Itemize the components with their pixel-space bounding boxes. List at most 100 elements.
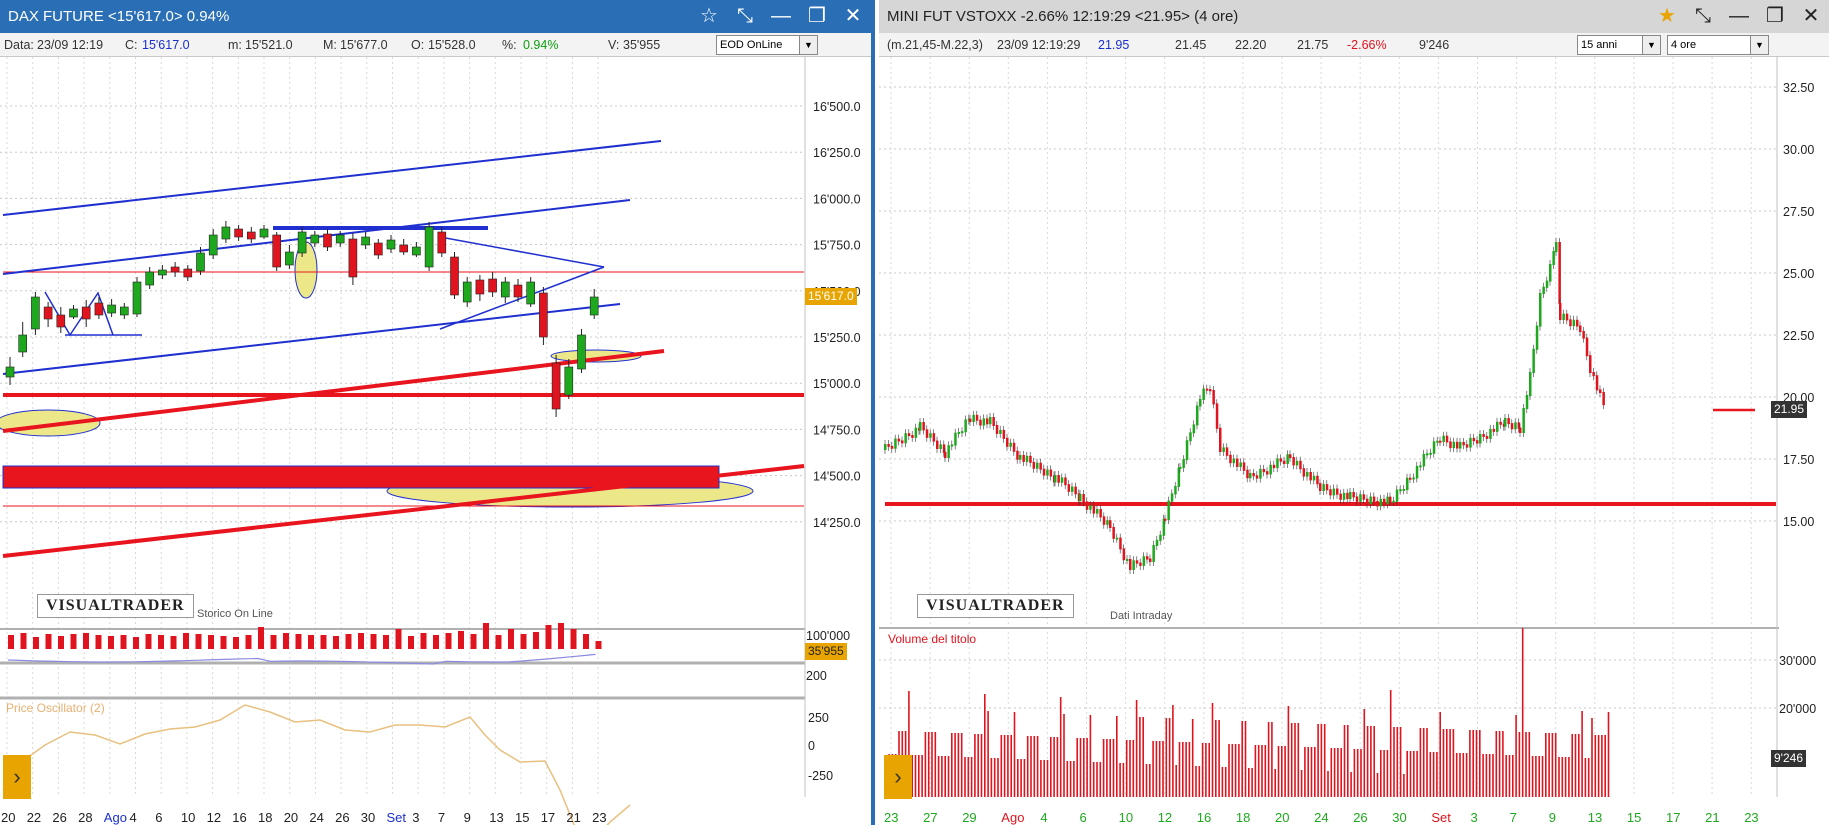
candle-body <box>1532 348 1535 373</box>
candle-body <box>513 284 523 298</box>
volume-bar <box>921 755 923 797</box>
volume-bar <box>1545 733 1547 797</box>
volume-bar <box>1191 719 1194 797</box>
date-tick-label: 6 <box>155 810 162 825</box>
volume-bar <box>1594 735 1597 797</box>
volume-bar <box>914 755 917 797</box>
candle-body <box>1585 337 1589 357</box>
candle-body <box>577 334 586 370</box>
volume-bar <box>333 636 339 649</box>
candle-body <box>81 306 91 320</box>
volume-bar <box>954 733 956 797</box>
volume-bar <box>433 635 439 649</box>
date-tick-label: 7 <box>1510 810 1517 825</box>
date-tick-label: 28 <box>78 810 92 825</box>
candle-body <box>904 433 907 444</box>
volume-value: 35'955 <box>623 38 661 52</box>
date-tick-label: 9 <box>1549 810 1556 825</box>
volume-bar <box>967 757 970 797</box>
candle-body <box>1456 441 1459 449</box>
volume-bar <box>8 635 14 649</box>
restore-icon[interactable]: ❐ <box>1757 0 1793 33</box>
volume-bar <box>1578 734 1580 797</box>
date-tick-label: 30 <box>1392 810 1406 825</box>
candle-body <box>1054 475 1057 483</box>
candle-body <box>94 302 104 316</box>
star-icon[interactable]: ☆ <box>691 0 727 33</box>
date-tick-label: 12 <box>207 810 221 825</box>
close-icon[interactable]: ✕ <box>835 0 871 33</box>
pin-icon[interactable]: ⤡ <box>727 0 763 33</box>
oscillator-tick-label: 250 <box>808 711 829 725</box>
vstoxx-nav-arrow-button[interactable]: › <box>884 755 912 799</box>
candle-body <box>1179 467 1182 469</box>
candle-body <box>1399 489 1402 492</box>
volume-bar <box>1277 746 1280 797</box>
volume-bar <box>33 637 39 649</box>
dax-chart-area[interactable]: 16'500.016'250.016'000.015'750.015'500.0… <box>0 57 871 825</box>
volume-bar <box>1327 771 1329 797</box>
period-dropdown[interactable]: 15 anni ▼ <box>1577 35 1661 55</box>
dax-nav-arrow-button[interactable]: › <box>3 755 31 799</box>
vstoxx-title: MINI FUT VSTOXX -2.66% 12:19:29 <21.95> … <box>887 8 1239 25</box>
close-icon[interactable]: ✕ <box>1793 0 1829 33</box>
candle-body <box>1462 442 1465 446</box>
volume-bar <box>1581 711 1583 797</box>
candle-body <box>929 433 932 438</box>
candle-body <box>1442 435 1445 442</box>
vstoxx-titlebar[interactable]: MINI FUT VSTOXX -2.66% 12:19:29 <21.95> … <box>879 0 1829 33</box>
volume-bar <box>1188 742 1191 797</box>
price-oscillator-line <box>2 704 631 825</box>
timeframe-dropdown[interactable]: 4 ore ▼ <box>1667 35 1769 55</box>
volume-bar <box>1436 752 1438 797</box>
volume-title: Volume del titolo <box>888 632 977 646</box>
volume-bar <box>1531 756 1534 797</box>
candle-body <box>1032 461 1036 469</box>
candle-body <box>1592 372 1595 377</box>
feed-dropdown[interactable]: EOD OnLine ▼ <box>716 35 818 55</box>
candle-body <box>323 233 332 248</box>
candle-body <box>1071 486 1074 492</box>
pin-icon[interactable]: ⤡ <box>1685 0 1721 33</box>
candle-body <box>1019 455 1022 460</box>
volume-bar <box>1096 762 1098 797</box>
date-tick-label: 3 <box>412 810 419 825</box>
volume-bar <box>483 623 489 649</box>
candle-body <box>1096 509 1099 514</box>
volume-bar <box>1429 752 1432 797</box>
volume-bar <box>1337 748 1339 797</box>
candle-body <box>1202 388 1205 400</box>
minimize-icon[interactable]: — <box>1721 0 1757 33</box>
candle-body <box>526 281 536 305</box>
volume-bar <box>924 732 927 797</box>
candle-body <box>1102 516 1106 525</box>
volume-bar <box>1508 755 1511 797</box>
dax-titlebar[interactable]: DAX FUTURE <15'617.0> 0.94% ☆ ⤡ — ❐ ✕ <box>0 0 871 33</box>
vstoxx-last-price-tag: 21.95 <box>1771 401 1808 418</box>
volume-bar <box>1370 726 1372 797</box>
candle-body <box>1485 435 1489 439</box>
date-tick-label: 6 <box>1080 810 1087 825</box>
candle-body <box>887 444 890 447</box>
star-icon[interactable]: ★ <box>1649 0 1685 33</box>
vstoxx-chart-area[interactable]: 32.5030.0027.5025.0022.5020.0017.5015.00… <box>879 57 1829 825</box>
dax-chart-window: DAX FUTURE <15'617.0> 0.94% ☆ ⤡ — ❐ ✕ Da… <box>0 0 875 825</box>
candle-body <box>1582 331 1585 339</box>
volume-bar <box>1449 729 1451 797</box>
candle-body <box>1555 242 1558 252</box>
volume-bar <box>1459 753 1461 797</box>
candle-body <box>1429 452 1432 455</box>
candle-body <box>1349 492 1352 500</box>
volume-bar <box>931 732 933 797</box>
price-tick-label: 15'000.0 <box>813 377 861 391</box>
date-tick-label: 24 <box>1314 810 1328 825</box>
candle-body <box>1002 429 1006 439</box>
volume-bar <box>980 734 983 797</box>
candle-body <box>551 362 561 410</box>
candle-body <box>1302 468 1306 477</box>
candle-body <box>1185 440 1189 461</box>
volume-bar <box>1287 706 1290 797</box>
restore-icon[interactable]: ❐ <box>799 0 835 33</box>
minimize-icon[interactable]: — <box>763 0 799 33</box>
vstoxx-chart-window: MINI FUT VSTOXX -2.66% 12:19:29 <21.95> … <box>879 0 1829 825</box>
